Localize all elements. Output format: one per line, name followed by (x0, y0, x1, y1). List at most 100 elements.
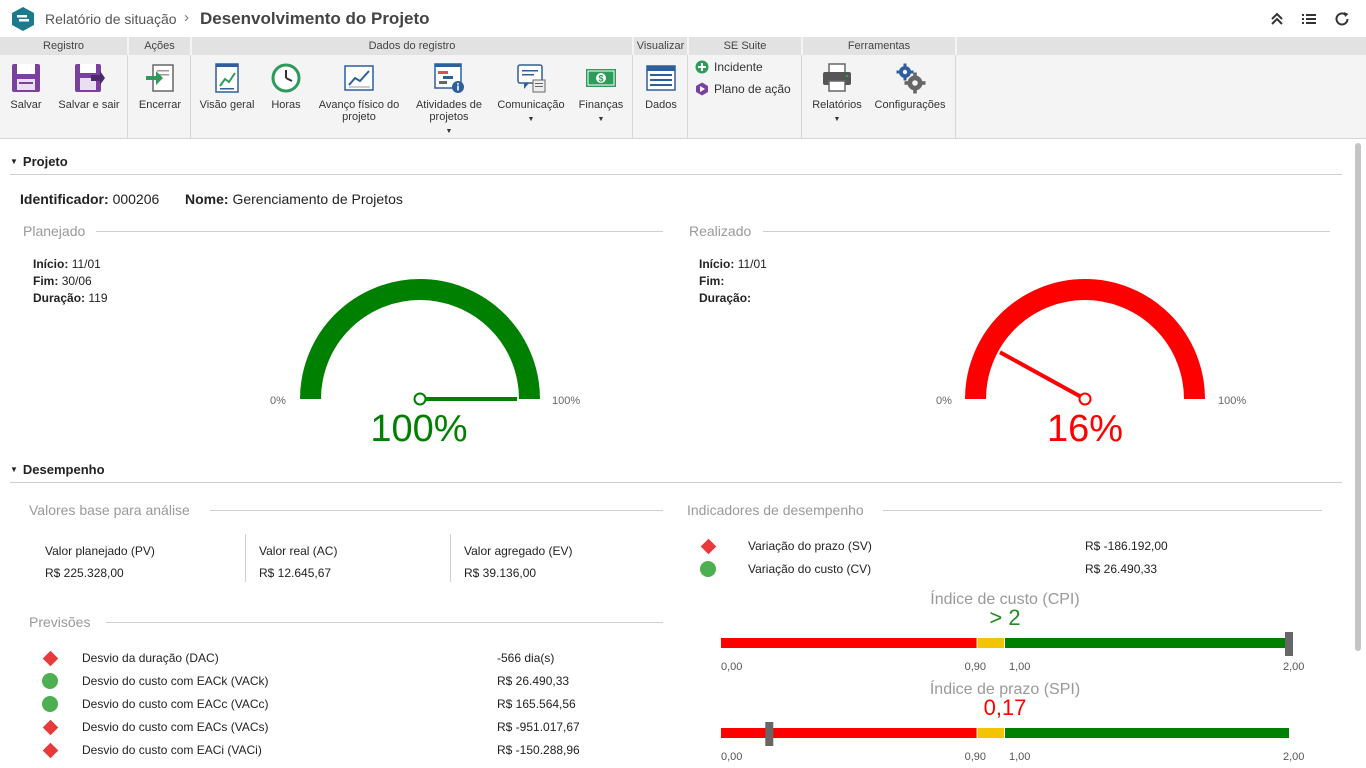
floppy-icon (12, 64, 40, 92)
bar-marker (1285, 632, 1293, 656)
save-button[interactable]: Salvar (4, 62, 48, 111)
section-projeto-title: Projeto (22, 154, 68, 169)
collapse-icon[interactable] (1268, 10, 1286, 28)
actual-start: Início: 11/01 (699, 257, 767, 271)
bar-tick-label: 1,00 (1009, 661, 1030, 673)
data-view-label: Dados (645, 99, 677, 111)
forecasts-title: Previsões (29, 614, 91, 630)
status-diamond-icon (700, 538, 716, 554)
forecast-value: R$ -951.017,67 (497, 720, 580, 734)
indicators-title: Indicadores de desempenho (687, 502, 864, 518)
ribbon-divider (632, 55, 633, 139)
action-plan-label: Plano de ação (714, 82, 791, 96)
ev-value: R$ 39.136,00 (464, 566, 537, 580)
ac-label: Valor real (AC) (259, 544, 338, 558)
refresh-icon[interactable] (1333, 10, 1351, 28)
section-divider (10, 174, 1342, 175)
action-plan-icon (696, 82, 708, 96)
physical-progress-label: Avanço físico do projeto (318, 99, 400, 123)
gauge-hub (1078, 392, 1092, 406)
planned-end: Fim: 30/06 (33, 274, 92, 288)
actual-duration: Duração: (699, 291, 752, 305)
ac-value: R$ 12.645,67 (259, 566, 332, 580)
vertical-scrollbar[interactable] (1355, 143, 1361, 651)
value-divider (450, 534, 451, 582)
indicators-divider (883, 510, 1322, 511)
save-button-label: Salvar (10, 99, 42, 111)
breadcrumb[interactable]: Relatório de situação (45, 11, 177, 27)
settings-label: Configurações (874, 99, 946, 111)
cpi-index-bar: 0,00 0,90 1,00 2,00 (721, 632, 1304, 673)
svg-text:$: $ (598, 74, 603, 84)
hours-button[interactable]: Horas (264, 62, 308, 111)
physical-progress-button[interactable]: Avanço físico do projeto (314, 62, 404, 123)
forecast-value: -566 dia(s) (497, 651, 555, 665)
ribbon-group-registro: Registro (0, 37, 127, 55)
list-icon[interactable] (1300, 10, 1318, 28)
incident-icon (695, 60, 709, 74)
actual-title: Realizado (689, 223, 752, 239)
data-view-button[interactable]: Dados (638, 62, 684, 111)
action-plan-button[interactable]: Plano de ação (695, 82, 791, 96)
gauge-arc (300, 279, 540, 400)
gears-icon (896, 63, 926, 94)
floppy-exit-icon (75, 64, 105, 92)
status-diamond-icon (42, 650, 58, 666)
printer-icon (823, 63, 851, 92)
close-record-button[interactable]: Encerrar (134, 62, 186, 111)
planned-percent: 100% (370, 408, 468, 450)
reports-button[interactable]: Relatórios ▼ (808, 62, 866, 126)
bar-tick-label: 1,00 (1009, 751, 1030, 763)
planned-divider (96, 231, 663, 232)
exit-document-icon (146, 64, 174, 92)
save-and-exit-button[interactable]: Salvar e sair (55, 62, 123, 111)
ribbon-group-acoes: Ações (129, 37, 190, 55)
project-activities-button[interactable]: Atividades de projetos ▼ (410, 62, 488, 138)
finance-label: Finanças (578, 99, 624, 111)
money-icon: $ (586, 69, 616, 87)
ribbon-toolbar: Registro Ações Dados do registro Visuali… (0, 37, 1366, 139)
section-projeto-header[interactable]: ▼ Projeto (10, 154, 68, 169)
bar-segment-yellow (977, 728, 1004, 738)
ribbon-divider (190, 55, 191, 139)
incident-label: Incidente (714, 60, 763, 74)
pv-value: R$ 225.328,00 (45, 566, 124, 580)
incident-button[interactable]: Incidente (695, 60, 763, 74)
status-diamond-icon (42, 742, 58, 758)
bar-segment-green (1005, 728, 1289, 738)
indicator-value: R$ 26.490,33 (1085, 562, 1158, 576)
communication-icon (517, 64, 546, 93)
value-divider (245, 534, 246, 582)
planned-title: Planejado (23, 223, 86, 239)
base-values-title: Valores base para análise (29, 502, 190, 518)
actual-divider (763, 231, 1330, 232)
ribbon-divider (687, 55, 688, 139)
close-record-label: Encerrar (138, 99, 182, 111)
actual-percent: 16% (1046, 408, 1124, 450)
actual-gauge-min: 0% (936, 395, 952, 407)
gauge-arc (965, 279, 1205, 400)
planned-start: Início: 11/01 (33, 257, 101, 271)
spi-index-bar: 0,00 0,90 1,00 2,00 (721, 722, 1304, 763)
dropdown-caret-icon: ▼ (597, 116, 605, 123)
planned-duration: Duração: 119 (33, 291, 108, 305)
base-values-divider (210, 510, 663, 511)
settings-button[interactable]: Configurações (872, 62, 948, 111)
gauge-hub (413, 392, 427, 406)
dropdown-caret-icon: ▼ (527, 116, 535, 123)
section-desempenho-header[interactable]: ▼ Desempenho (10, 462, 105, 477)
planned-gauge-max: 100% (552, 395, 581, 407)
status-circle-icon (42, 673, 58, 689)
pv-value-block: Valor planejado (PV) R$ 225.328,00 (45, 544, 155, 580)
gantt-info-icon (434, 63, 464, 93)
planned-gauge (300, 279, 540, 406)
bar-tick-label: 0,00 (721, 661, 742, 673)
ribbon-divider (127, 55, 128, 139)
indicator-label: Variação do prazo (SV) (748, 539, 872, 553)
gauge-needle (999, 350, 1086, 401)
bar-tick-label: 0,00 (721, 751, 742, 763)
communication-button[interactable]: Comunicação ▼ (494, 62, 568, 126)
ribbon-divider (801, 55, 802, 139)
overview-button[interactable]: Visão geral (196, 62, 258, 111)
finance-button[interactable]: $ Finanças ▼ (574, 62, 628, 126)
